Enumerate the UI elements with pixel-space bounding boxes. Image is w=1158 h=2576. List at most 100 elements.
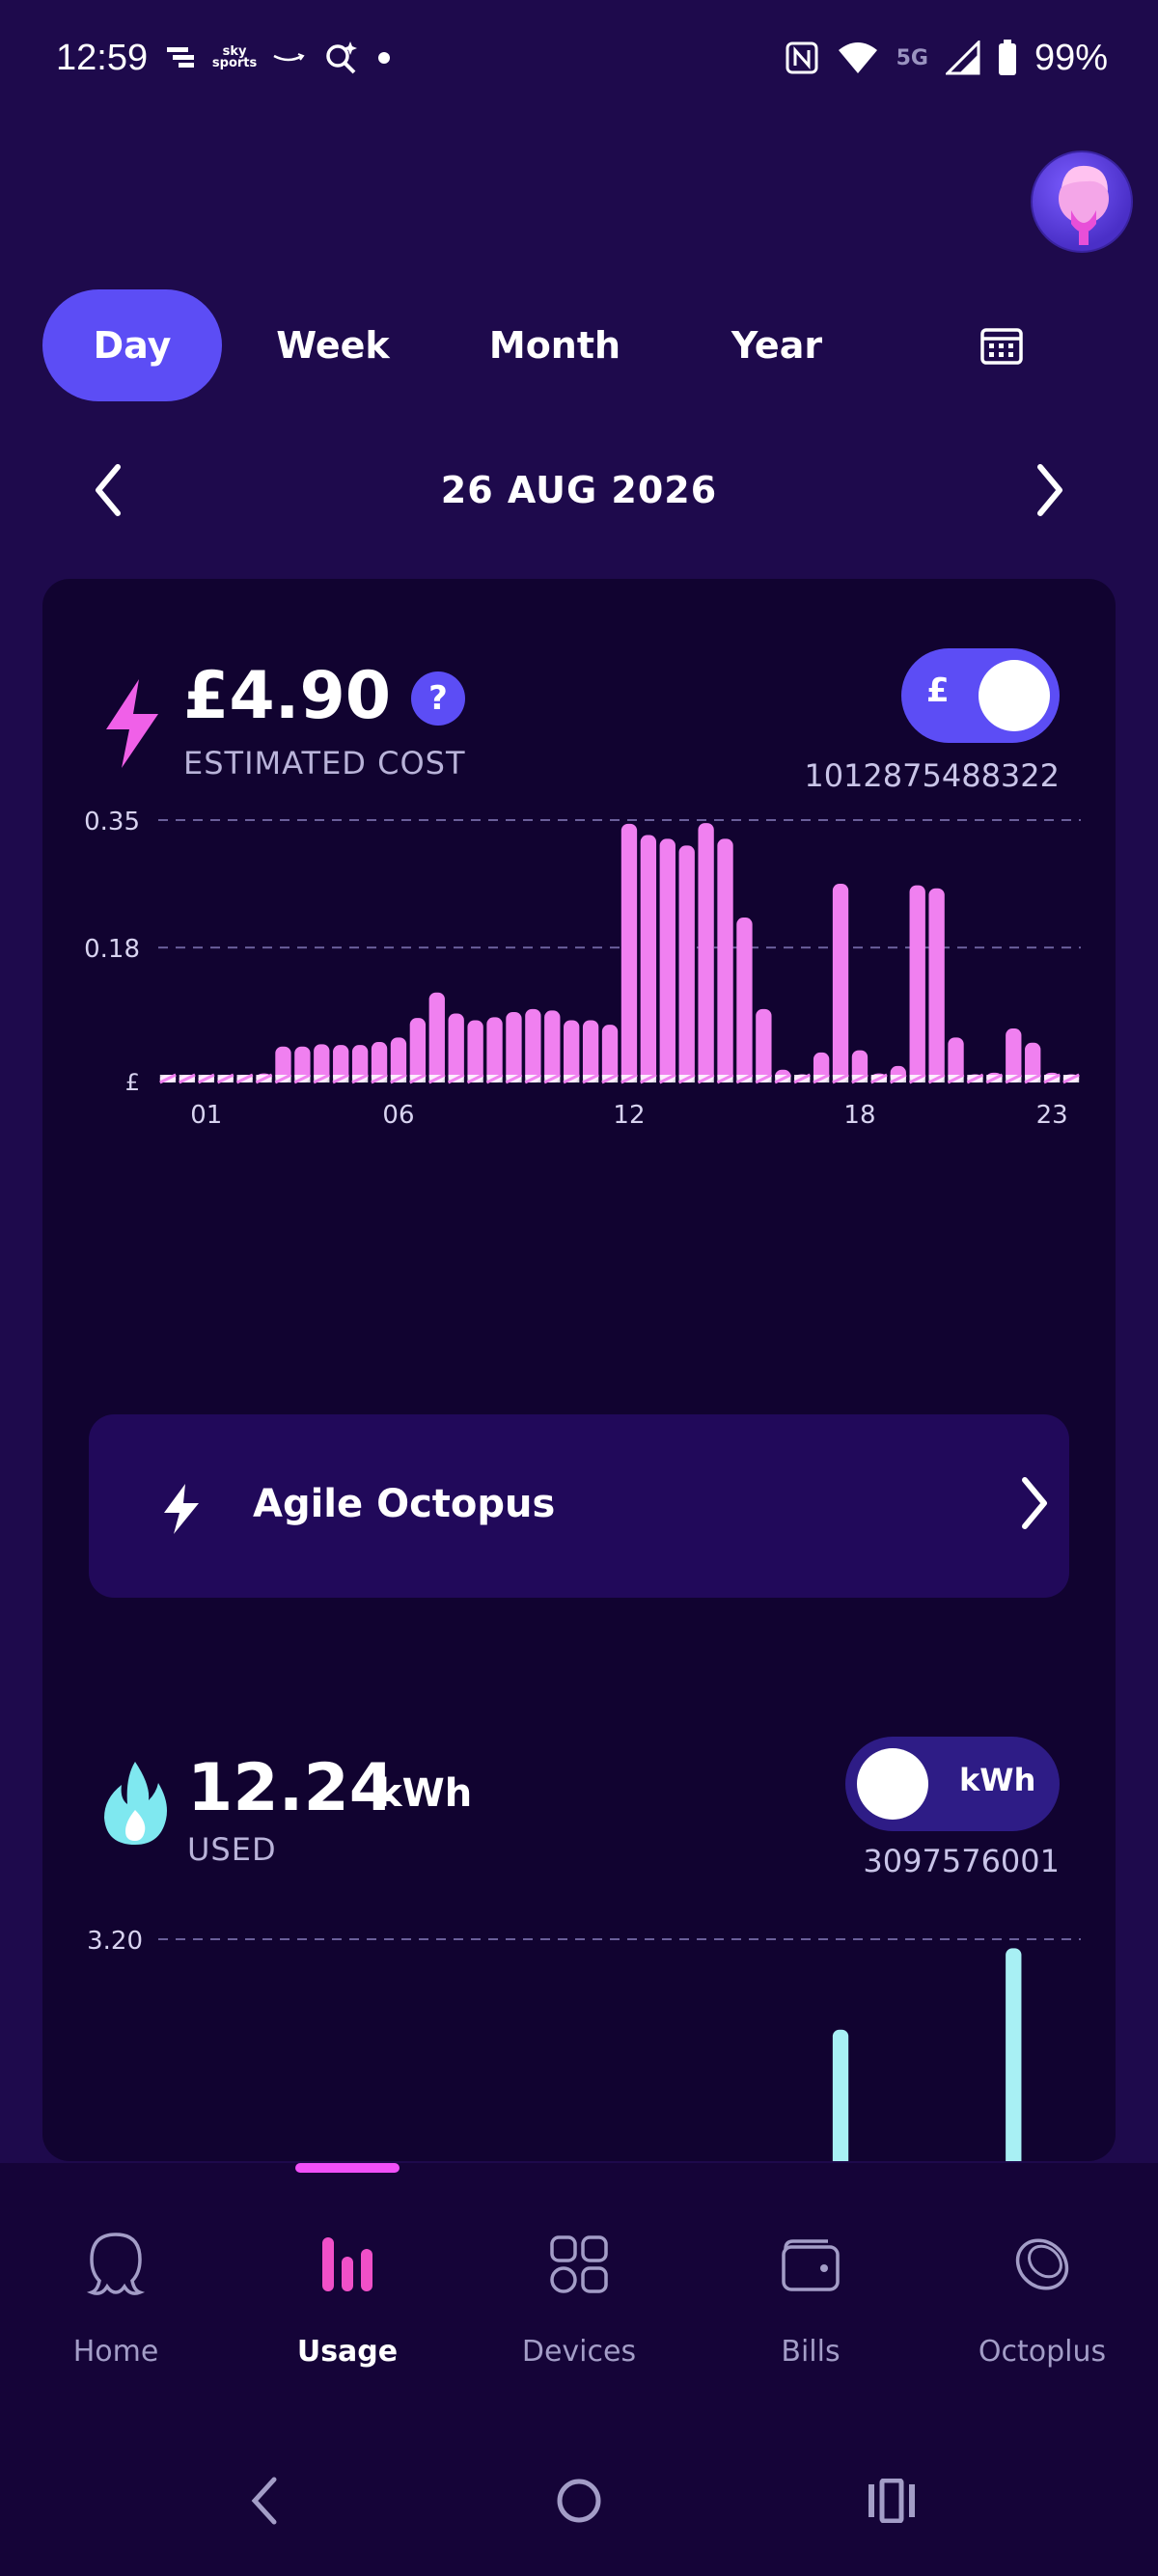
period-tabs: Day Week Month Year bbox=[42, 289, 1116, 401]
nav-usage[interactable]: Usage bbox=[232, 2221, 463, 2395]
tab-day[interactable]: Day bbox=[42, 289, 222, 401]
electricity-chart: 0.35 0.18 £01 06 12 18 23 bbox=[42, 791, 1116, 1196]
devices-grid-icon bbox=[550, 2235, 608, 2293]
x-tick-label: 23 bbox=[1036, 1101, 1068, 1130]
nav-devices-label: Devices bbox=[521, 2335, 637, 2369]
chart-bar bbox=[448, 1013, 464, 1082]
home-circle-icon bbox=[557, 2479, 601, 2523]
usage-card: £4.90 ? ESTIMATED COST £ 1012875488322 0… bbox=[42, 579, 1116, 2161]
dot-icon bbox=[377, 51, 391, 65]
gas-meter-id: 3097576001 bbox=[863, 1843, 1060, 1879]
system-recents-button[interactable] bbox=[853, 2462, 930, 2539]
wifi-icon bbox=[837, 41, 879, 75]
nav-usage-label: Usage bbox=[296, 2335, 399, 2369]
nav-home[interactable]: Home bbox=[0, 2221, 232, 2395]
gas-chart: 3.20 bbox=[42, 1910, 1116, 2161]
toggle-unit-symbol: kWh bbox=[959, 1762, 1036, 1798]
calendar-button[interactable] bbox=[888, 289, 1116, 401]
electricity-meter-id: 1012875488322 bbox=[804, 757, 1060, 794]
back-icon bbox=[251, 2477, 277, 2525]
nav-octoplus-label: Octoplus bbox=[978, 2335, 1107, 2369]
date-label: 26 AUG 2026 bbox=[440, 469, 718, 511]
tab-year[interactable]: Year bbox=[666, 289, 888, 401]
chevron-right-icon bbox=[1037, 464, 1062, 516]
nav-octoplus[interactable]: Octoplus bbox=[926, 2221, 1158, 2395]
battery-percent: 99% bbox=[1034, 37, 1108, 78]
network-type-label: 5G bbox=[896, 45, 928, 70]
electricity-header: £4.90 ? ESTIMATED COST £ 1012875488322 bbox=[42, 617, 1116, 794]
system-back-button[interactable] bbox=[226, 2462, 303, 2539]
chart-bar bbox=[640, 835, 657, 1082]
x-tick-label: 12 bbox=[613, 1101, 645, 1130]
tab-month[interactable]: Month bbox=[444, 289, 666, 401]
chart-bar bbox=[756, 1008, 772, 1082]
estimated-cost-label: ESTIMATED COST bbox=[183, 745, 466, 781]
tariff-bolt-icon bbox=[164, 1484, 199, 1534]
usage-chart-icon bbox=[322, 2237, 372, 2291]
chart-bar bbox=[525, 1008, 541, 1082]
chart-bar bbox=[736, 918, 753, 1082]
system-navigation bbox=[0, 2414, 1158, 2576]
signal-icon bbox=[945, 41, 980, 75]
bottom-navigation: Home Usage Devices Bills Octoplus bbox=[0, 2163, 1158, 2414]
active-tab-indicator bbox=[295, 2163, 400, 2173]
chart-bar bbox=[428, 992, 445, 1082]
octopus-icon bbox=[86, 2233, 146, 2295]
toggle-knob bbox=[979, 660, 1050, 731]
chevron-right-icon bbox=[1022, 1477, 1047, 1529]
chart-bar bbox=[698, 823, 714, 1082]
search-sparkle-icon bbox=[323, 40, 360, 76]
tariff-name: Agile Octopus bbox=[253, 1482, 556, 1526]
chart-bar bbox=[1006, 1948, 1022, 2161]
chart-bar bbox=[506, 1011, 522, 1082]
x-tick-label: 18 bbox=[843, 1101, 875, 1130]
gas-usage-value: 12.24 bbox=[187, 1750, 396, 1826]
nav-bills[interactable]: Bills bbox=[695, 2221, 926, 2395]
y-tick-label: 3.20 bbox=[87, 1927, 143, 1956]
gas-unit-toggle[interactable]: kWh bbox=[845, 1737, 1060, 1831]
gas-usage-label: USED bbox=[187, 1831, 277, 1868]
chart-bar bbox=[909, 885, 925, 1082]
chart-bar bbox=[717, 838, 733, 1082]
help-icon[interactable]: ? bbox=[411, 671, 465, 726]
x-tick-label: 01 bbox=[190, 1101, 222, 1130]
previous-date-button[interactable] bbox=[71, 453, 145, 527]
chart-bar bbox=[409, 1018, 427, 1082]
tab-week[interactable]: Week bbox=[222, 289, 444, 401]
chart-bar bbox=[544, 1010, 561, 1082]
nav-devices[interactable]: Devices bbox=[463, 2221, 695, 2395]
chart-bar bbox=[832, 884, 849, 1082]
y-tick-label: £ bbox=[125, 1069, 140, 1096]
wallet-icon bbox=[782, 2239, 840, 2291]
chart-bar bbox=[678, 845, 695, 1082]
sky-sports-icon: sky sports bbox=[211, 44, 258, 70]
cost-unit-toggle[interactable]: £ bbox=[901, 648, 1060, 743]
notification-icon bbox=[165, 43, 198, 72]
gas-flame-icon bbox=[104, 1762, 167, 1845]
chart-bar bbox=[928, 888, 945, 1082]
status-bar: 12:59 sky sports 5G 99% bbox=[0, 0, 1158, 116]
battery-icon bbox=[998, 40, 1017, 76]
electricity-bolt-icon bbox=[106, 679, 158, 768]
avatar[interactable] bbox=[1031, 151, 1133, 253]
toggle-knob bbox=[857, 1748, 928, 1820]
chart-bar bbox=[659, 838, 676, 1082]
chart-bar bbox=[486, 1017, 503, 1082]
next-date-button[interactable] bbox=[1013, 453, 1087, 527]
toggle-currency-symbol: £ bbox=[926, 671, 950, 710]
gas-header: 12.24 kWh USED kWh 3097576001 bbox=[42, 1737, 1116, 1891]
electricity-chart-svg: 0.35 0.18 £01 06 12 18 23 bbox=[84, 808, 1081, 1130]
chart-bar bbox=[467, 1020, 483, 1082]
status-right: 5G 99% bbox=[785, 38, 1108, 79]
recents-icon bbox=[868, 2479, 915, 2523]
gas-usage-unit: kWh bbox=[376, 1771, 473, 1816]
system-home-button[interactable] bbox=[540, 2462, 618, 2539]
tariff-card[interactable]: Agile Octopus bbox=[89, 1414, 1069, 1598]
chart-bar bbox=[564, 1020, 580, 1082]
date-navigation: 26 AUG 2026 bbox=[0, 453, 1158, 527]
chart-bar bbox=[832, 2029, 849, 2161]
nfc-icon bbox=[785, 41, 819, 75]
amazon-icon bbox=[271, 48, 306, 68]
chart-bar bbox=[582, 1020, 599, 1082]
chart-bar bbox=[601, 1025, 619, 1082]
